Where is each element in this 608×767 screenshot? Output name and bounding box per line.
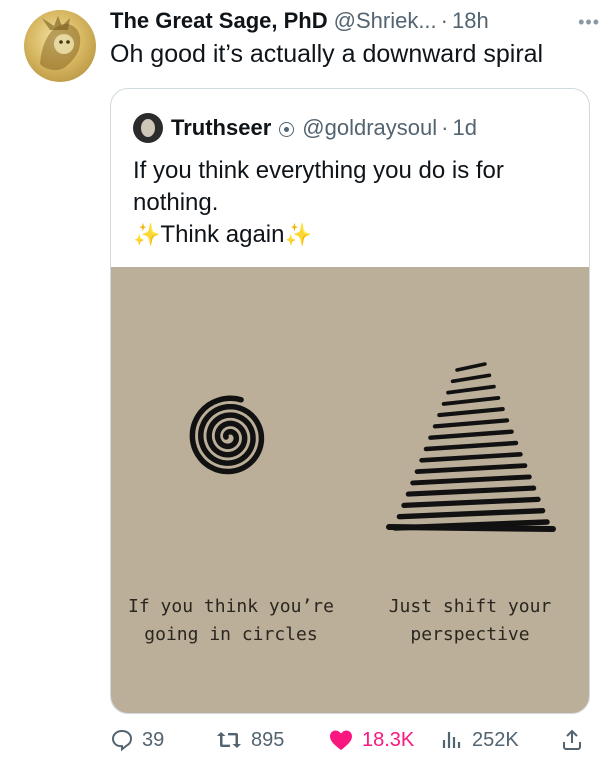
- cone-stroke: [450, 373, 492, 384]
- author-handle[interactable]: @Shriek...: [334, 8, 437, 34]
- reply-button[interactable]: 39: [110, 728, 164, 752]
- repost-icon: [217, 732, 241, 748]
- caption-left: If you think you’re going in circles: [128, 596, 334, 645]
- quoted-text-line: nothing.: [133, 189, 219, 216]
- view-count: 252K: [472, 728, 519, 751]
- quoted-text-line: If you think everything you do is for: [133, 157, 504, 184]
- cone-stroke: [423, 440, 519, 452]
- cone-stroke: [441, 395, 501, 406]
- action-bar: 39 895 18.3K 252K: [110, 728, 592, 758]
- quoted-author-name[interactable]: Truthseer: [171, 115, 271, 141]
- views-icon: [442, 732, 461, 748]
- heart-icon: [330, 730, 352, 750]
- share-icon: [563, 729, 581, 750]
- tweet-header: The Great Sage, PhD @Shriek... · 18h: [110, 8, 598, 34]
- sparkle-icon: ✨: [133, 222, 161, 247]
- cone-spiral-icon: [386, 362, 556, 532]
- cone-stroke: [455, 362, 487, 372]
- cone-stroke: [396, 507, 546, 520]
- cone-stroke: [419, 452, 523, 463]
- spiral-icon: [189, 395, 265, 475]
- share-button[interactable]: [560, 728, 592, 752]
- lion-emblem-icon: [40, 16, 81, 71]
- quoted-time[interactable]: 1d: [452, 115, 476, 141]
- cone-stroke: [414, 463, 528, 475]
- tweet-time[interactable]: 18h: [452, 8, 489, 34]
- views-button[interactable]: 252K: [440, 728, 519, 752]
- tweet-text: Oh good it’s actually a downward spiral: [110, 40, 544, 68]
- reply-count: 39: [142, 728, 165, 751]
- like-button[interactable]: 18.3K: [328, 728, 414, 752]
- sparkle-icon: ✨: [284, 222, 312, 247]
- cone-stroke: [410, 474, 532, 486]
- cone-stroke: [405, 485, 537, 497]
- verified-badge-icon: [279, 121, 295, 137]
- cone-stroke: [437, 407, 505, 418]
- like-count: 18.3K: [362, 728, 415, 751]
- quoted-avatar[interactable]: [133, 113, 163, 143]
- reply-icon: [111, 729, 133, 752]
- cone-stroke: [446, 384, 496, 395]
- think-again-text: Think again: [160, 221, 285, 248]
- quoted-handle[interactable]: @goldraysoul: [302, 115, 437, 141]
- quoted-tweet[interactable]: Truthseer @goldraysoul · 1d If you think…: [110, 88, 590, 714]
- quoted-text-line: ✨Think again✨: [133, 219, 573, 251]
- repost-button[interactable]: 895: [215, 728, 284, 752]
- author-name[interactable]: The Great Sage, PhD: [110, 8, 328, 34]
- cone-base-stroke: [386, 524, 556, 532]
- quoted-image[interactable]: If you think you’re going in circles Jus…: [111, 267, 589, 713]
- quoted-separator-dot: ·: [441, 115, 449, 140]
- author-avatar[interactable]: [24, 10, 96, 82]
- cone-stroke: [428, 429, 514, 440]
- quoted-text: If you think everything you do is for no…: [133, 155, 573, 251]
- caption-right: Just shift your perspective: [388, 596, 552, 645]
- cone-stroke: [432, 418, 510, 429]
- cone-stroke: [401, 496, 541, 508]
- quoted-header: Truthseer @goldraysoul · 1d: [133, 113, 477, 143]
- more-options-icon[interactable]: •••: [578, 12, 600, 33]
- separator-dot: ·: [440, 8, 448, 33]
- repost-count: 895: [251, 728, 285, 751]
